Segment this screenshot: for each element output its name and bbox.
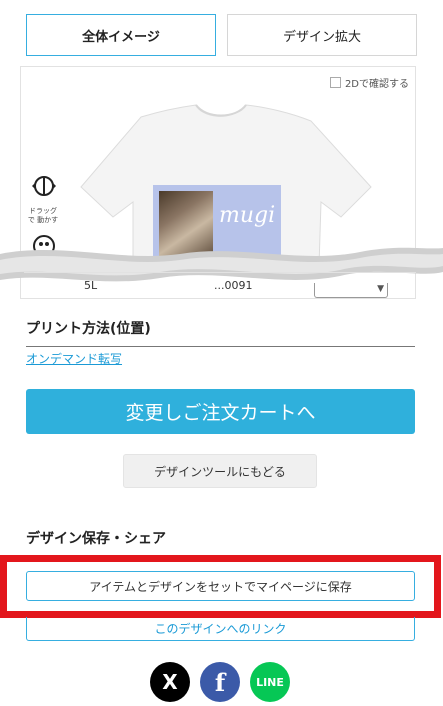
code-cell: ...0091 (214, 279, 253, 292)
x-share-icon[interactable]: X (150, 662, 190, 702)
tab-overall-image[interactable]: 全体イメージ (26, 14, 216, 56)
save-share-heading: デザイン保存・シェア (26, 528, 415, 557)
highlight-box (0, 555, 441, 618)
rotate-control[interactable] (31, 173, 57, 203)
tab-design-zoom[interactable]: デザイン拡大 (227, 14, 417, 56)
back-to-design-tool-button[interactable]: デザインツールにもどる (123, 454, 317, 488)
item-info-row: 5L ...0091 ▼ (24, 272, 416, 299)
print-method-link[interactable]: オンデマンド転写 (26, 350, 122, 367)
print-text: mugi (219, 203, 276, 228)
size-cell: 5L (84, 279, 98, 292)
line-share-icon[interactable]: LINE (250, 662, 290, 702)
drag-hint: ドラッグで 動かす (27, 207, 59, 224)
chevron-down-icon: ▼ (377, 284, 384, 294)
print-method-heading: プリント方法(位置) (26, 318, 415, 347)
size-select[interactable]: ▼ (314, 283, 388, 298)
design-link-button[interactable]: このデザインへのリンク (26, 617, 415, 641)
order-cart-button[interactable]: 変更しご注文カートへ (26, 389, 415, 434)
facebook-share-icon[interactable]: f (200, 662, 240, 702)
rotate-icon (32, 176, 56, 196)
